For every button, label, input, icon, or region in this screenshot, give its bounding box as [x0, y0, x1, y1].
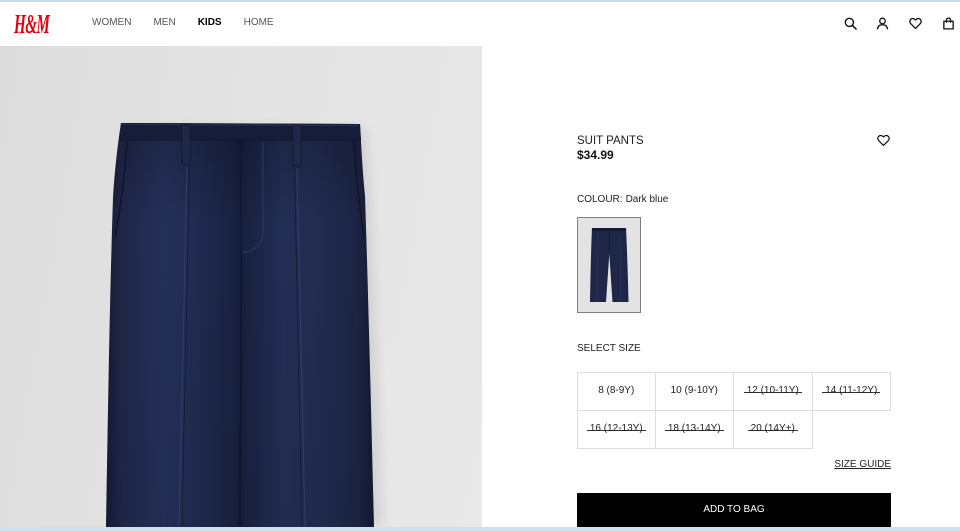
belt-loop-left	[181, 124, 191, 166]
account-button[interactable]	[876, 17, 889, 30]
shopping-bag-icon	[942, 16, 954, 30]
brand-logo[interactable]: H&M	[14, 2, 77, 46]
size-option[interactable]: 16 (12-13Y)	[577, 410, 656, 449]
brand-logo-text: H&M	[14, 8, 50, 39]
size-option-label: 12 (10-11Y)	[743, 385, 802, 398]
size-option[interactable]: 18 (13-14Y)	[655, 410, 734, 449]
nav-item-home[interactable]: HOME	[244, 17, 274, 29]
size-option-label: 18 (13-14Y)	[664, 423, 724, 436]
size-selector: 8 (8-9Y) 10 (9-10Y) 12 (10-11Y) 14 (11-1…	[577, 372, 891, 449]
size-option-label: 14 (11-12Y)	[822, 385, 881, 398]
size-option[interactable]: 8 (8-9Y)	[577, 372, 656, 411]
search-icon	[844, 17, 857, 30]
shopping-bag-icon-handle	[945, 16, 951, 23]
window-bottom-edge	[0, 527, 960, 531]
heart-icon-outline	[876, 134, 890, 146]
size-option-label: 16 (12-13Y)	[586, 423, 646, 436]
swatch-pants-waistband	[591, 228, 627, 231]
size-option-label: 20 (14Y+)	[747, 423, 798, 436]
size-option[interactable]: 14 (11-12Y)	[812, 372, 891, 411]
size-option-label: 8 (8-9Y)	[598, 385, 635, 397]
heart-icon	[876, 134, 890, 146]
product-name: SUIT PANTS	[577, 135, 644, 147]
size-option-label: 10 (9-10Y)	[670, 385, 718, 397]
colour-value: Dark blue	[625, 194, 669, 205]
belt-loop-right	[292, 125, 302, 167]
heart-icon	[908, 17, 922, 29]
size-option[interactable]: 12 (10-11Y)	[734, 372, 813, 411]
select-size-label: SELECT SIZE	[577, 343, 641, 354]
add-to-favourites-button[interactable]	[876, 134, 890, 147]
account-icon-shoulders	[876, 23, 888, 29]
colour-label-row: COLOUR: Dark blue	[577, 193, 668, 207]
colour-label: COLOUR:	[577, 194, 623, 205]
site-header: H&M WOMEN MEN KIDS HOME	[0, 2, 960, 46]
nav-item-women[interactable]: WOMEN	[92, 17, 131, 29]
product-image	[0, 46, 482, 527]
size-option[interactable]: 20 (14Y+)	[734, 410, 813, 449]
colour-swatch-dark-blue[interactable]	[577, 217, 641, 313]
favourites-button[interactable]	[908, 17, 922, 30]
add-to-bag-button[interactable]: ADD TO BAG	[577, 493, 891, 527]
account-icon-head	[878, 17, 886, 24]
account-icon	[876, 17, 888, 29]
shopping-bag-icon-body	[942, 20, 954, 30]
swatch-thumbnail-pants	[590, 228, 629, 303]
size-option[interactable]: 10 (9-10Y)	[655, 372, 734, 411]
product-photo-suit-pants	[106, 123, 382, 527]
product-details: SUIT PANTS $34.99 COLOUR: Dark blue SELEC…	[482, 46, 960, 527]
search-button[interactable]	[844, 17, 857, 30]
shopping-bag-button[interactable]	[942, 16, 955, 30]
main-nav: WOMEN MEN KIDS HOME	[92, 2, 274, 44]
search-icon-handle	[851, 24, 857, 30]
product-price: $34.99	[577, 148, 614, 162]
nav-item-kids[interactable]: KIDS	[198, 17, 222, 29]
heart-icon-outline	[908, 17, 922, 29]
nav-item-men[interactable]: MEN	[153, 17, 175, 29]
size-guide-link[interactable]: SIZE GUIDE	[834, 458, 891, 472]
